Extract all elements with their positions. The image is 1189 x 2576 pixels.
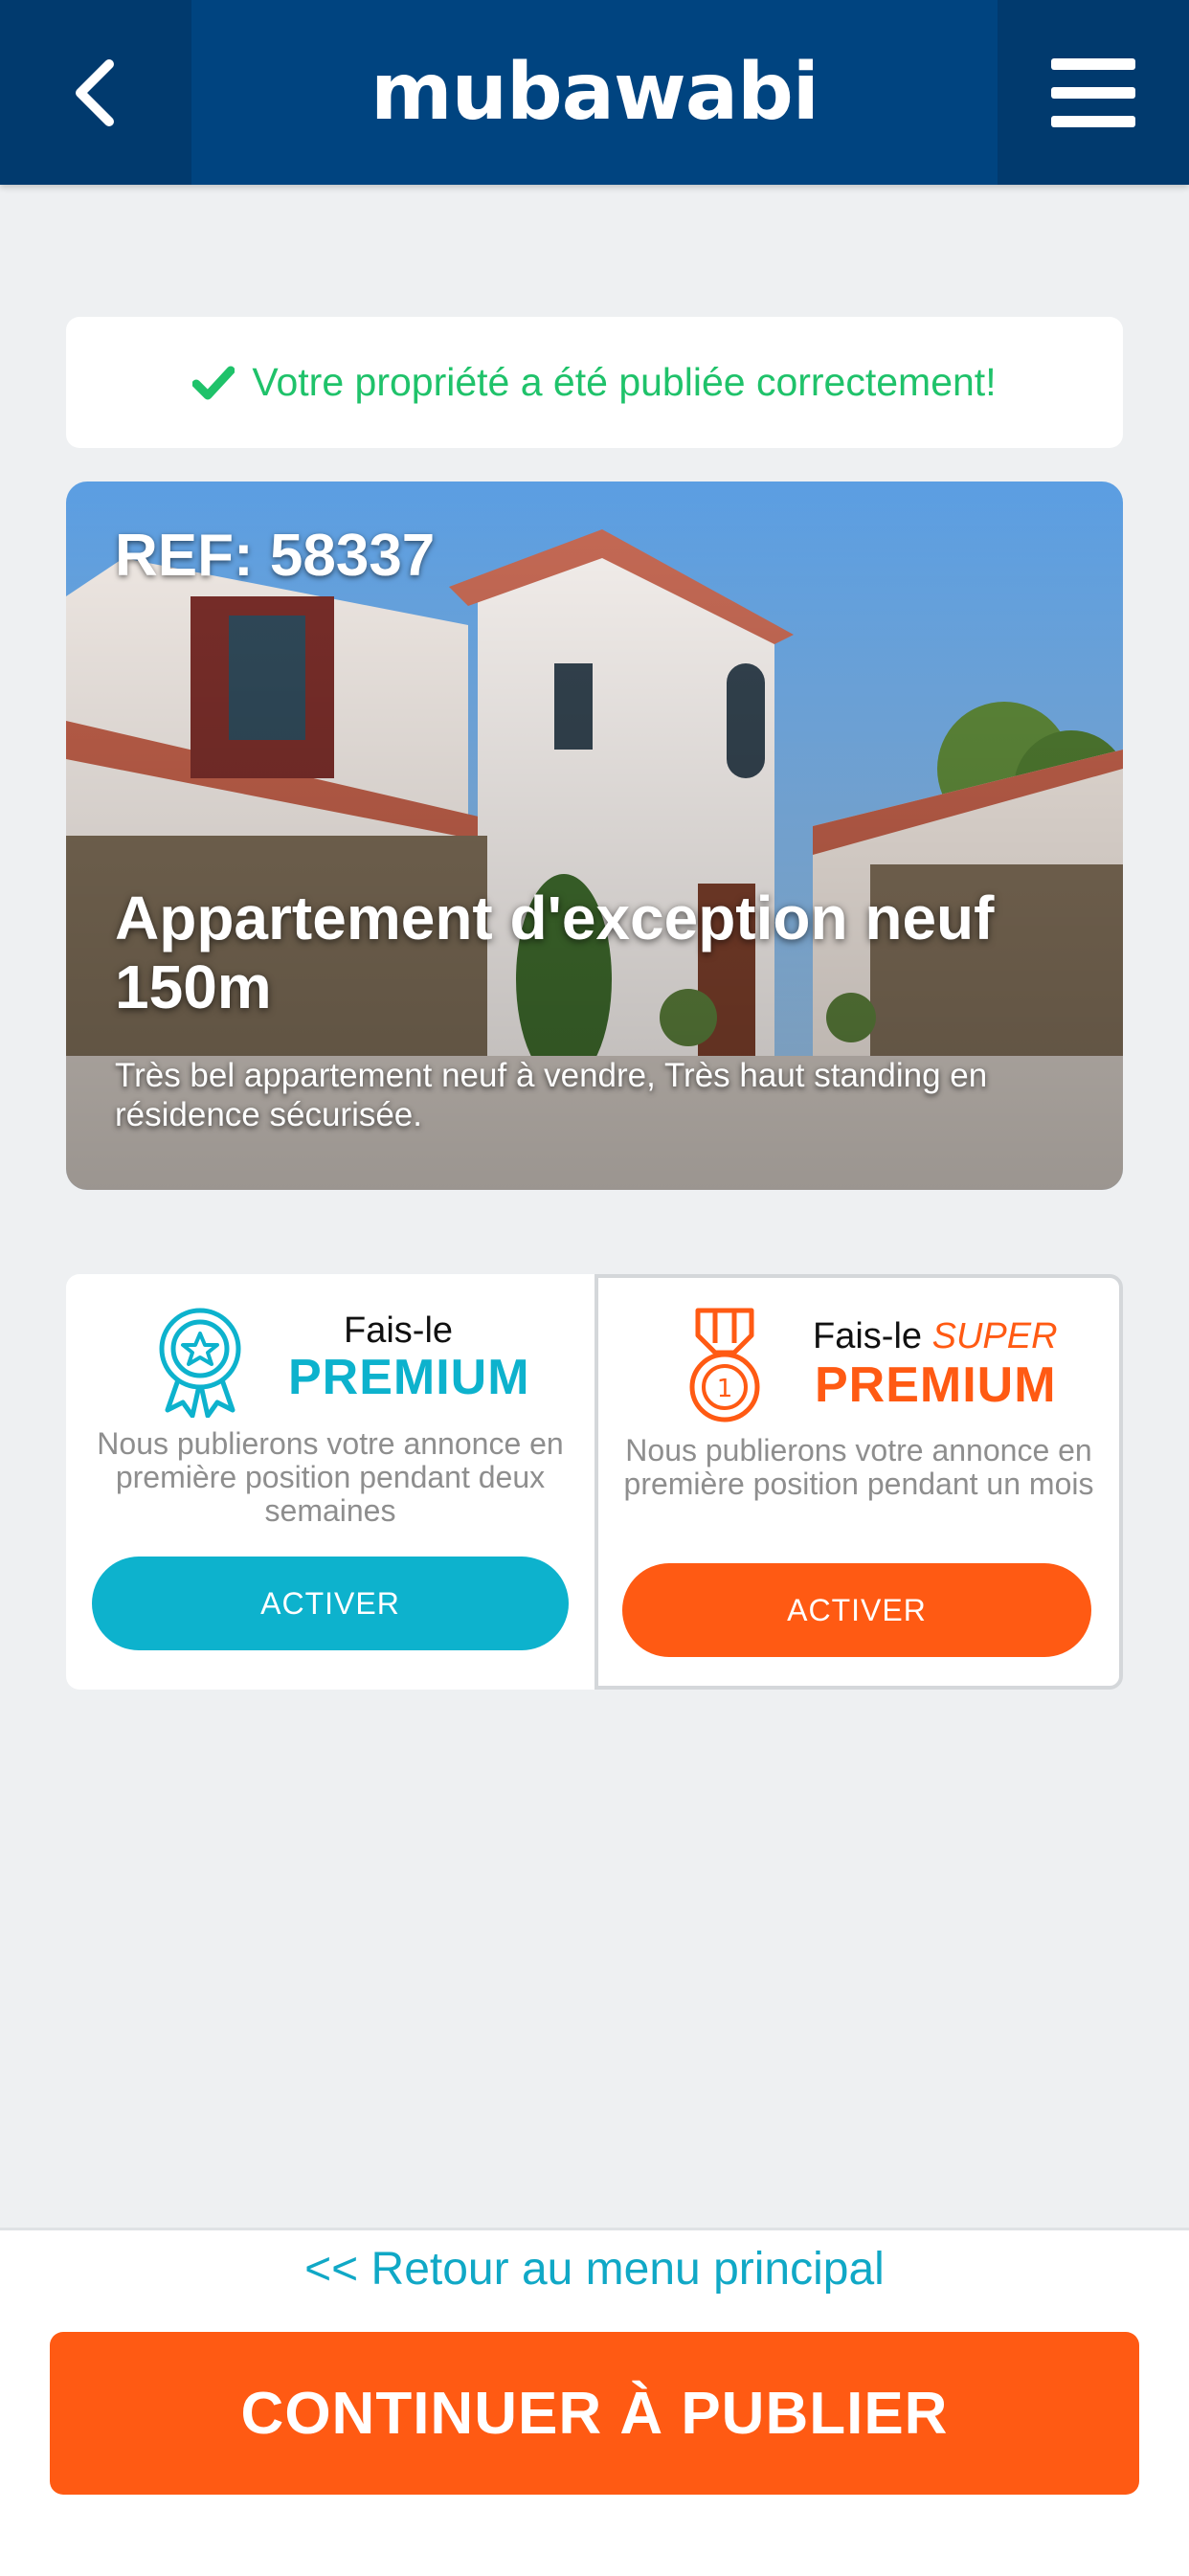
checkmark-icon (192, 366, 236, 399)
success-banner: Votre propriété a été publiée correcteme… (66, 317, 1123, 448)
hamburger-menu-icon (1051, 57, 1135, 127)
success-message: Votre propriété a été publiée correcteme… (252, 360, 997, 404)
listing-ref: REF: 58337 (115, 523, 436, 589)
premium-description: Nous publierons votre annonce en premièr… (97, 1426, 564, 1528)
app-header: mubawabi (0, 0, 1189, 185)
back-button[interactable] (0, 0, 191, 185)
super-title-prefix-text: Fais-le (813, 1316, 923, 1356)
premium-offer-card: Fais-le PREMIUM Nous publierons votre an… (66, 1274, 594, 1690)
super-title-super: SUPER (931, 1316, 1058, 1356)
listing-title: Appartement d'exception neuf 150m (115, 884, 995, 1021)
activate-premium-button[interactable]: ACTIVER (92, 1557, 569, 1650)
back-to-main-menu-link[interactable]: << Retour au menu principal (0, 2243, 1189, 2296)
listing-card[interactable]: REF: 58337 Appartement d'exception neuf … (66, 482, 1123, 1190)
chevron-left-icon (76, 58, 114, 126)
premium-title: PREMIUM (288, 1350, 530, 1405)
premium-offers: Fais-le PREMIUM Nous publierons votre an… (66, 1274, 1123, 1690)
svg-text:1: 1 (717, 1375, 733, 1403)
activate-super-premium-button[interactable]: ACTIVER (622, 1563, 1091, 1657)
listing-description: Très bel appartement neuf à vendre, Très… (115, 1057, 988, 1133)
app-logo: mubawabi (370, 47, 819, 138)
super-premium-offer-card: 1 Fais-le SUPER PREMIUM Nous publierons … (594, 1274, 1123, 1690)
medal-icon: 1 (689, 1308, 760, 1422)
continue-publishing-button[interactable]: CONTINUER À PUBLIER (50, 2332, 1139, 2495)
super-premium-title: PREMIUM (815, 1357, 1057, 1413)
super-premium-description: Nous publierons votre annonce en premièr… (623, 1433, 1094, 1501)
super-title-prefix: Fais-le SUPER (813, 1316, 1058, 1357)
ribbon-badge-icon (159, 1308, 241, 1418)
premium-title-prefix: Fais-le (344, 1310, 454, 1351)
menu-button[interactable] (998, 0, 1189, 185)
